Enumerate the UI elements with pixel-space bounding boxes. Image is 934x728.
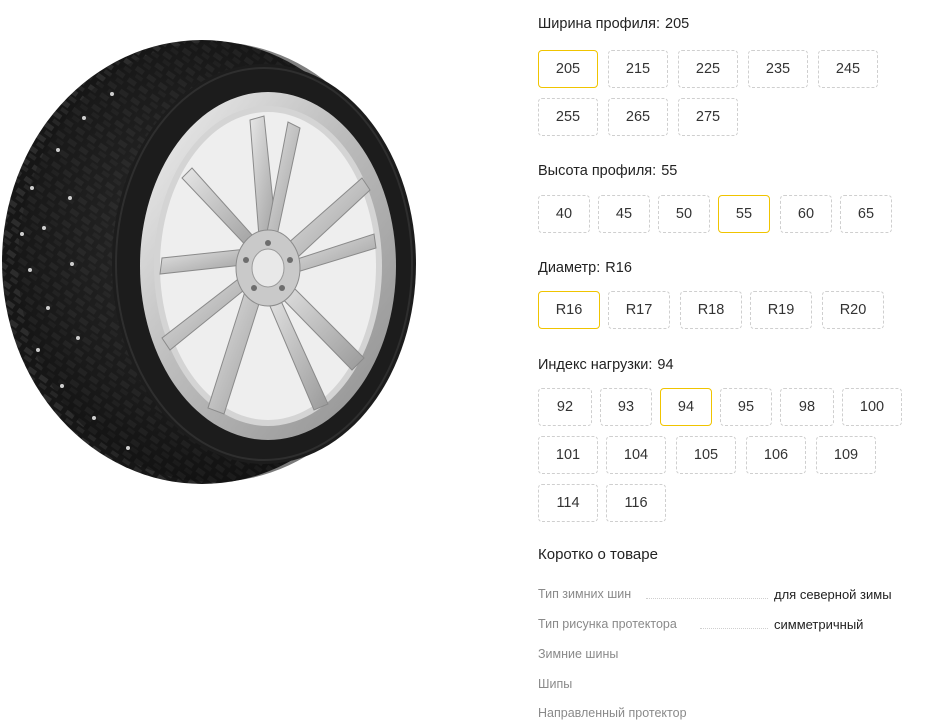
width-option-215[interactable]: 215	[608, 50, 668, 88]
diameter-option-r17[interactable]: R17	[608, 291, 670, 329]
load-option-101[interactable]: 101	[538, 436, 598, 474]
load-option-93[interactable]: 93	[600, 388, 652, 426]
load-option-109[interactable]: 109	[816, 436, 876, 474]
diameter-option-r16[interactable]: R16	[538, 291, 600, 329]
width-option-275[interactable]: 275	[678, 98, 738, 136]
load-option-100[interactable]: 100	[842, 388, 902, 426]
load-index-label: Индекс нагрузки: 94	[538, 357, 674, 373]
spec-value: для северной зимы	[774, 587, 892, 602]
load-option-106[interactable]: 106	[746, 436, 806, 474]
spec-row-tread-pattern: Тип рисунка протектора симметричный	[538, 617, 918, 637]
height-option-50[interactable]: 50	[658, 195, 710, 233]
spec-value: симметричный	[774, 617, 864, 632]
load-option-95[interactable]: 95	[720, 388, 772, 426]
width-option-205[interactable]: 205	[538, 50, 598, 88]
spec-key: Тип рисунка протектора	[538, 617, 677, 631]
height-option-40[interactable]: 40	[538, 195, 590, 233]
load-option-104[interactable]: 104	[606, 436, 666, 474]
diameter-option-r18[interactable]: R18	[680, 291, 742, 329]
width-option-265[interactable]: 265	[608, 98, 668, 136]
spec-row-winter-type: Тип зимних шин для северной зимы	[538, 587, 918, 607]
load-option-94[interactable]: 94	[660, 388, 712, 426]
height-option-60[interactable]: 60	[780, 195, 832, 233]
spec-key: Шипы	[538, 677, 573, 691]
spec-row-directional-tread: Направленный протектор	[538, 706, 918, 726]
width-option-255[interactable]: 255	[538, 98, 598, 136]
width-option-235[interactable]: 235	[748, 50, 808, 88]
spec-leader-dots	[646, 598, 768, 599]
load-option-116[interactable]: 116	[606, 484, 666, 522]
diameter-option-r19[interactable]: R19	[750, 291, 812, 329]
height-option-55[interactable]: 55	[718, 195, 770, 233]
spec-row-studs: Шипы	[538, 677, 918, 697]
load-option-98[interactable]: 98	[780, 388, 834, 426]
profile-width-label: Ширина профиля: 205	[538, 16, 690, 32]
spec-key: Тип зимних шин	[538, 587, 632, 601]
load-option-114[interactable]: 114	[538, 484, 598, 522]
load-option-92[interactable]: 92	[538, 388, 592, 426]
load-option-105[interactable]: 105	[676, 436, 736, 474]
summary-title: Коротко о товаре	[538, 546, 658, 563]
product-image	[2, 38, 418, 490]
spec-row-winter-tires: Зимние шины	[538, 647, 918, 667]
spec-leader-dots	[700, 628, 768, 629]
spec-key: Направленный протектор	[538, 706, 687, 720]
height-option-45[interactable]: 45	[598, 195, 650, 233]
spec-key: Зимние шины	[538, 647, 619, 661]
width-option-225[interactable]: 225	[678, 50, 738, 88]
width-option-245[interactable]: 245	[818, 50, 878, 88]
diameter-option-r20[interactable]: R20	[822, 291, 884, 329]
diameter-label: Диаметр: R16	[538, 260, 632, 276]
studded-winter-tire-image	[2, 40, 416, 484]
profile-height-label: Высота профиля: 55	[538, 163, 678, 179]
height-option-65[interactable]: 65	[840, 195, 892, 233]
